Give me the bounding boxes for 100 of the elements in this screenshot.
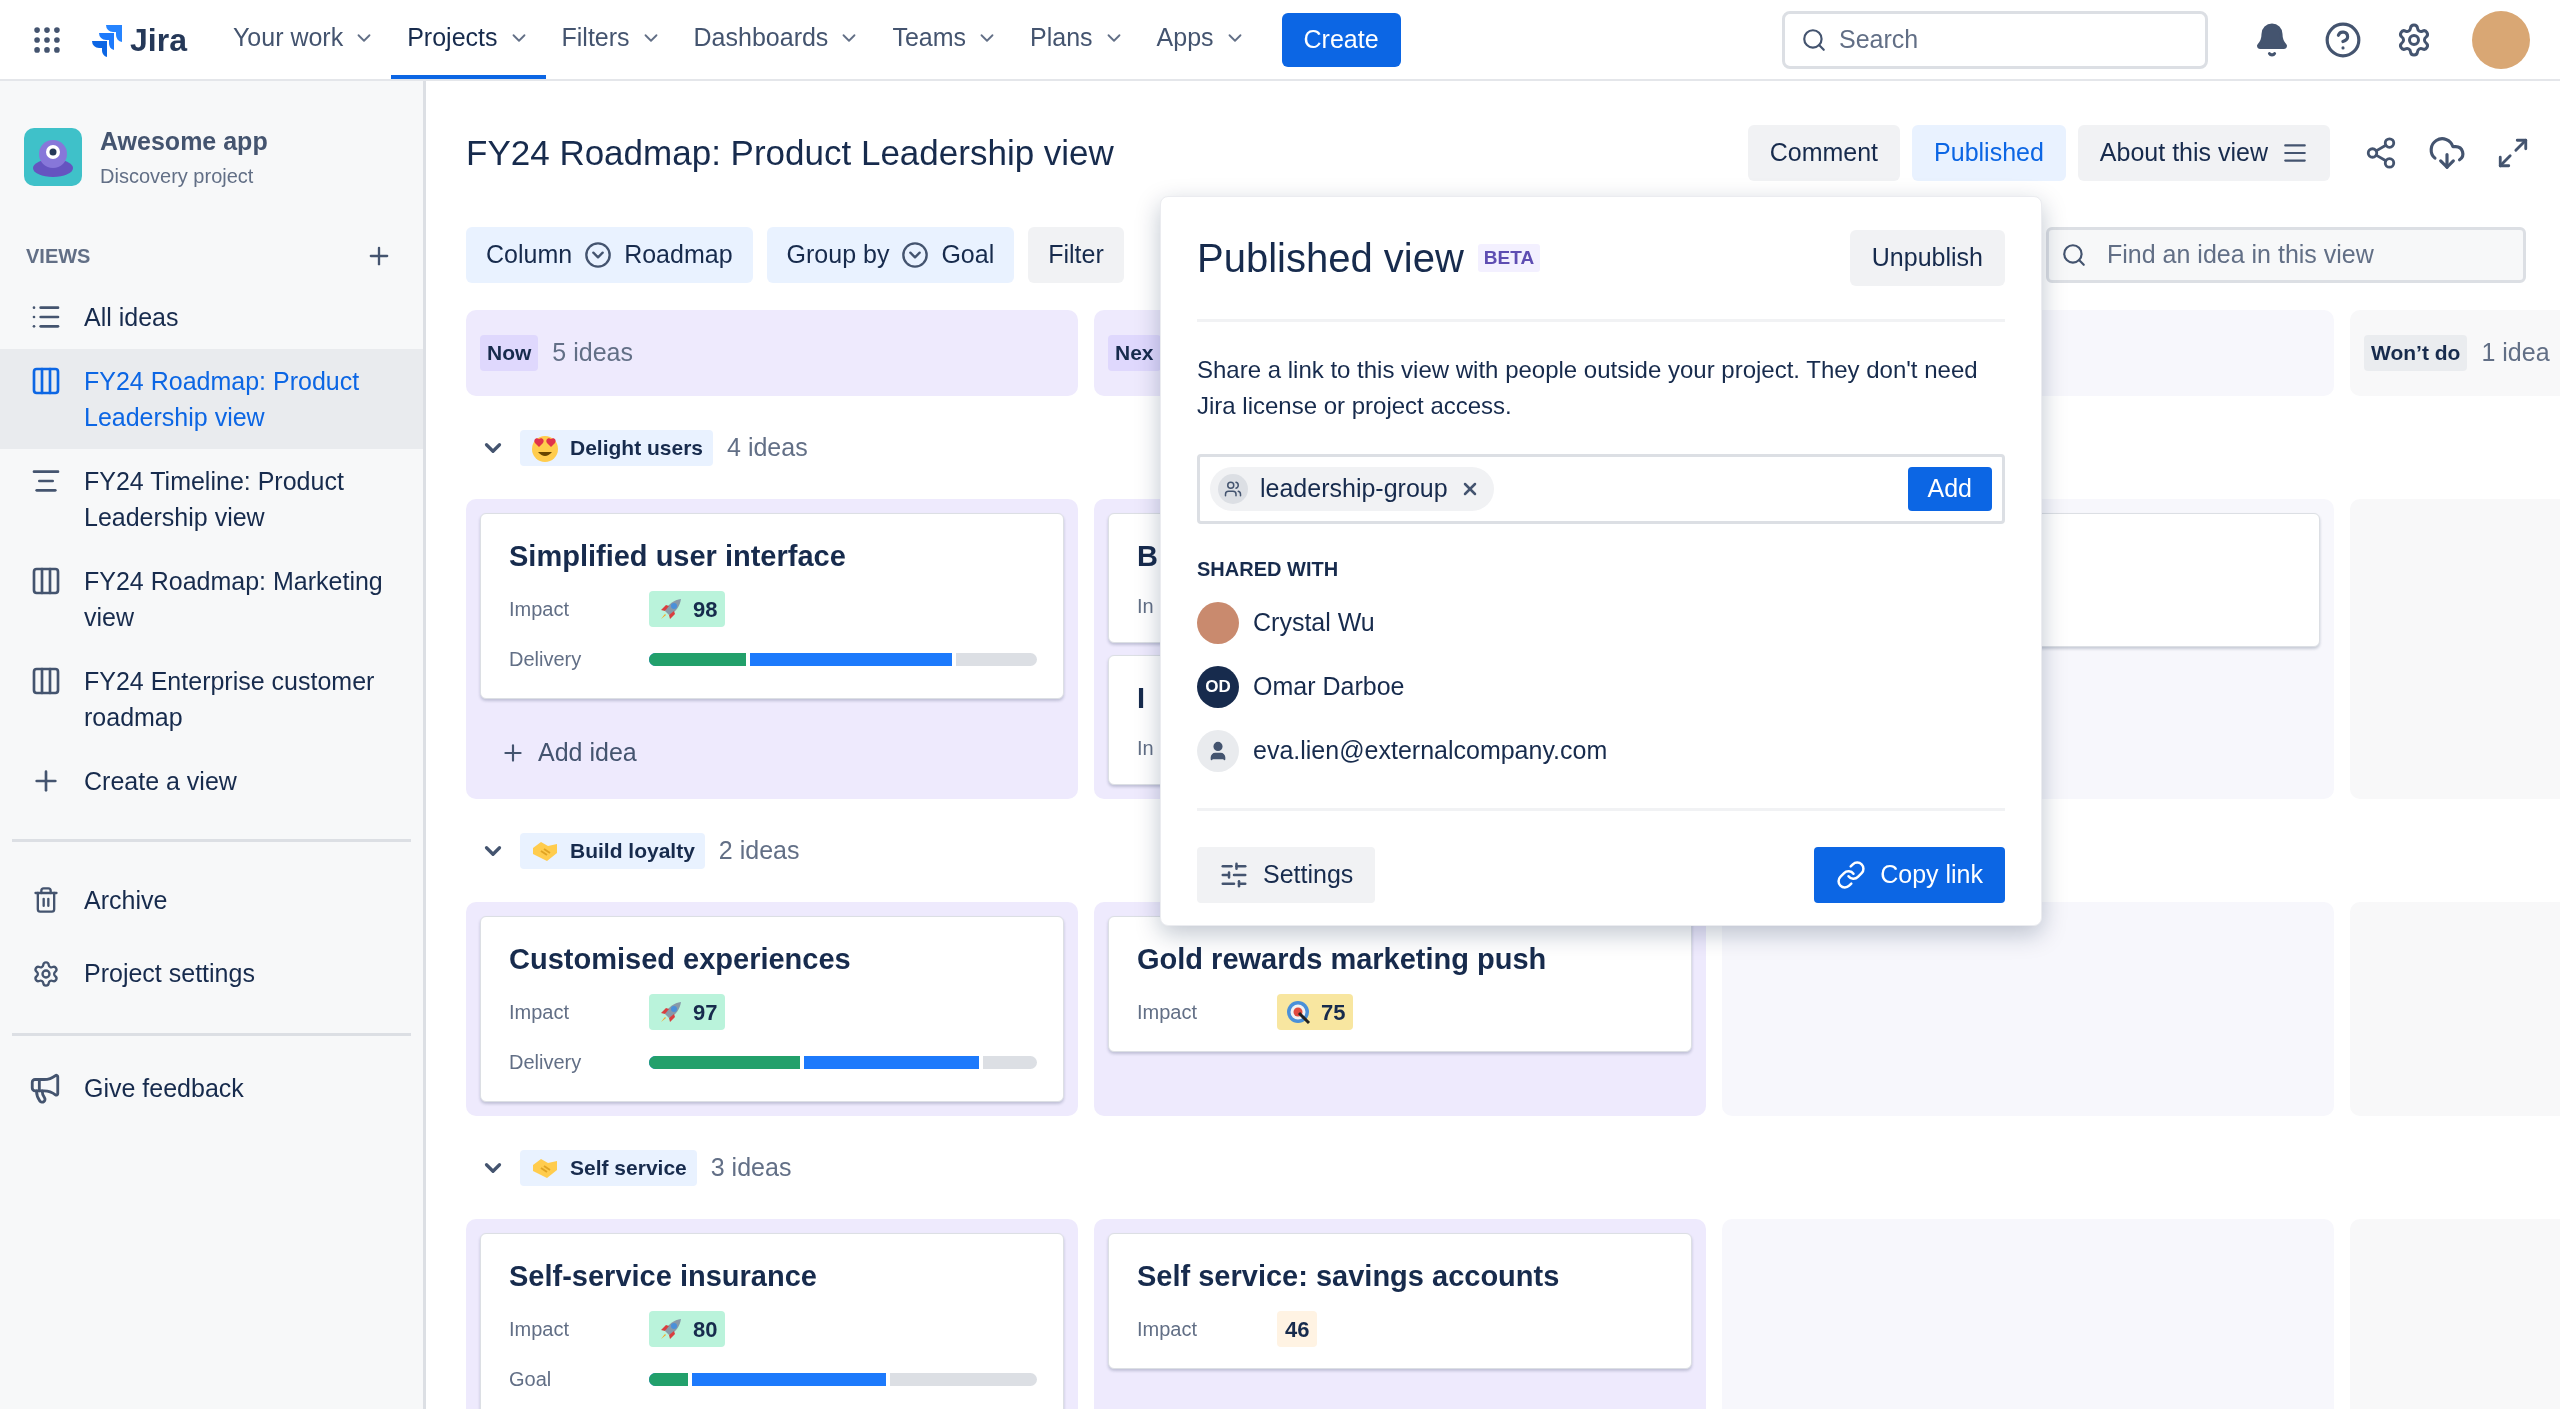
chevron-circle-icon <box>584 241 613 269</box>
megaphone-icon <box>28 1071 62 1106</box>
settings-icon[interactable] <box>2396 21 2432 58</box>
toolbar-button[interactable]: Filter <box>1028 227 1124 283</box>
project-name: Awesome app <box>100 126 268 157</box>
column-count: 5 ideas <box>552 337 633 369</box>
idea-search-input[interactable]: Find an idea in this view <box>2107 236 2523 274</box>
add-button[interactable]: Add <box>1907 467 1992 511</box>
field-label: Delivery <box>509 1050 583 1075</box>
project-type: Discovery project <box>100 163 255 189</box>
group-chip[interactable]: leadership-group <box>1210 467 1494 511</box>
settings-icon <box>32 959 60 988</box>
column-tag: Nex <box>1108 335 1161 371</box>
person-name: eva.lien@externalcompany.com <box>1253 735 1608 767</box>
give-feedback-link[interactable]: Give feedback <box>0 1057 423 1119</box>
beta-badge: BETA <box>1477 244 1541 272</box>
help-icon[interactable] <box>2324 20 2362 59</box>
add-idea-button[interactable]: Add idea <box>480 723 657 783</box>
avatar-photo-placeholder <box>1197 602 1239 644</box>
impact-badge: 98 <box>649 591 726 627</box>
idea-title: B <box>1137 539 1158 574</box>
target-icon <box>1285 998 1313 1026</box>
settings-button[interactable]: Settings <box>1197 847 1376 903</box>
header-button[interactable]: Comment <box>1747 125 1901 181</box>
sidebar-link[interactable]: Project settings <box>0 937 423 1011</box>
initials-avatar: OD <box>1197 666 1239 708</box>
goal-count: 3 ideas <box>710 1151 792 1183</box>
idea-search-field[interactable]: Find an idea in this view <box>2046 227 2526 283</box>
header-button[interactable]: About this view <box>2077 125 2330 181</box>
idea-title: Gold rewards marketing push <box>1137 942 1547 977</box>
toolbar-button[interactable]: Group by Goal <box>766 227 1015 283</box>
jira-logo-icon <box>90 22 124 57</box>
impact-badge: 46 <box>1277 1311 1318 1347</box>
description-text: Share a link to this view with people outside your project. They don't need Jira license or project access. <box>1197 355 1979 421</box>
field-label: Delivery <box>509 647 583 672</box>
idea-card[interactable]: Self service: savings accounts Impact 46 <box>1108 1233 1692 1369</box>
impact-badge: 97 <box>649 994 726 1030</box>
sidebar-link[interactable]: Archive <box>0 863 423 937</box>
idea-title: Self-service insurance <box>509 1259 817 1294</box>
notifications-icon[interactable] <box>2254 21 2290 58</box>
search-field[interactable]: Search <box>1782 10 2208 69</box>
sidebar-view-item[interactable]: FY24 Roadmap: Product Leadership view <box>0 348 423 449</box>
nav-menu-item[interactable]: Plans <box>1014 0 1141 79</box>
idea-card[interactable]: Simplified user interface Impact 98 Delivery <box>480 513 1064 699</box>
nav-menu-item[interactable]: Dashboards <box>677 0 877 79</box>
field-label: Impact <box>509 1000 571 1025</box>
idea-card[interactable]: Customised experiences Impact 97 Delivery <box>480 916 1064 1102</box>
copy-link-button[interactable]: Copy link <box>1814 847 2005 903</box>
create-button[interactable]: Create <box>1281 12 1401 67</box>
search-icon <box>1801 26 1827 53</box>
header-button[interactable]: Published <box>1912 125 2066 181</box>
search-input[interactable]: Search <box>1839 20 2189 59</box>
sliders-icon <box>1219 860 1249 890</box>
nav-menu-item[interactable]: Your work <box>216 0 392 79</box>
person-name: Crystal Wu <box>1253 607 1375 639</box>
goal-tag: Build loyalty <box>520 832 705 869</box>
goal-count: 4 ideas <box>727 431 808 463</box>
project-avatar-icon[interactable] <box>24 127 82 186</box>
impact-badge: 80 <box>649 1311 726 1347</box>
idea-title: Customised experiences <box>509 942 851 977</box>
sidebar-view-item[interactable]: All ideas <box>0 284 423 349</box>
column-count: 1 idea <box>2481 337 2550 369</box>
idea-card[interactable]: Self-service insurance Impact 80 Goal <box>480 1233 1064 1409</box>
people-icon <box>1224 480 1242 498</box>
share-icon[interactable] <box>2364 136 2398 170</box>
toolbar-button[interactable]: Column Roadmap <box>466 227 753 283</box>
popover-title: Published view <box>1197 235 1464 282</box>
field-label: Impact <box>509 597 571 622</box>
field-label: In <box>1137 736 1154 761</box>
section-heading: VIEWS <box>26 243 91 269</box>
field-label: Impact <box>1137 1317 1199 1342</box>
nav-menu-item[interactable]: Filters <box>545 0 678 79</box>
expand-icon[interactable] <box>2496 136 2530 170</box>
field-label: In <box>1137 594 1154 619</box>
nav-menu-item[interactable]: Apps <box>1140 0 1262 79</box>
unpublish-button[interactable]: Unpublish <box>1849 230 2005 286</box>
sidebar-view-item[interactable]: FY24 Timeline: Product Leadership view <box>0 448 423 549</box>
sidebar-view-item[interactable]: FY24 Roadmap: Marketing view <box>0 548 423 649</box>
field-label: Impact <box>1137 1000 1199 1025</box>
idea-title: Self service: savings accounts <box>1137 1259 1560 1294</box>
idea-title: Simplified user interface <box>509 539 846 574</box>
nav-menu-item[interactable]: Teams <box>876 0 1014 79</box>
chevron-circle-icon <box>901 241 930 269</box>
field-label: Impact <box>509 1317 571 1342</box>
goal-tag: Delight users <box>520 429 714 466</box>
goal-tag: Self service <box>520 1149 697 1186</box>
goal-count: 2 ideas <box>718 834 800 866</box>
brand-name[interactable]: Jira <box>130 15 187 64</box>
person-name: Omar Darboe <box>1253 671 1405 703</box>
link-icon <box>1836 860 1867 890</box>
idea-card[interactable]: Gold rewards marketing push Impact 75 <box>1108 916 1692 1052</box>
cloud-download-icon[interactable] <box>2428 134 2466 172</box>
column-tag: Now <box>480 335 539 371</box>
idea-title: I <box>1137 681 1146 716</box>
sidebar-view-item[interactable]: Create a view <box>0 748 423 813</box>
column-tag: Won’t do <box>2364 335 2468 371</box>
sidebar-view-item[interactable]: FY24 Enterprise customer roadmap <box>0 648 423 749</box>
field-label: Goal <box>509 1367 553 1392</box>
search-icon <box>2061 242 2087 268</box>
invite-field[interactable]: leadership-group Add <box>1197 454 2005 524</box>
